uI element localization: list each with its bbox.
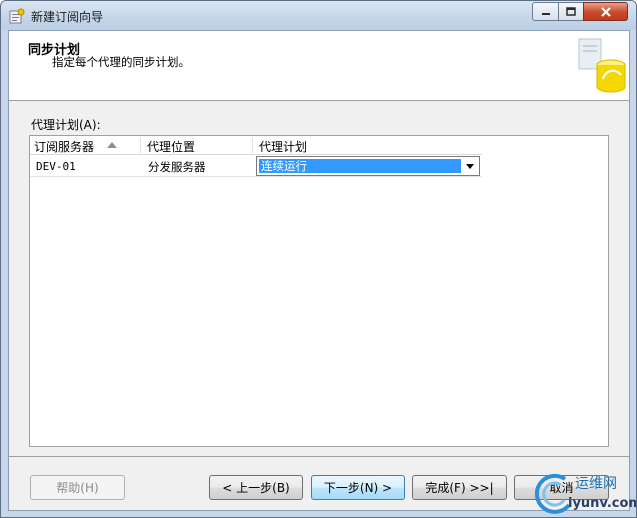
page-subtitle: 指定每个代理的同步计划。 <box>52 55 190 69</box>
sort-ascending-icon <box>107 142 117 148</box>
help-button[interactable]: 帮助(H) <box>30 475 125 500</box>
column-divider <box>252 138 253 153</box>
watermark-text: 运维网 <box>575 476 617 492</box>
close-icon <box>600 6 611 17</box>
wizard-header: 同步计划 指定每个代理的同步计划。 <box>9 31 629 101</box>
maximize-icon <box>566 7 576 16</box>
cell-subscriber: DEV-01 <box>36 160 76 173</box>
window-title: 新建订阅向导 <box>31 10 104 24</box>
back-button[interactable]: < 上一步(B) <box>209 475 303 500</box>
agent-schedule-grid[interactable]: 订阅服务器 代理位置 代理计划 DEV-01 分发服务器 连续运行 <box>29 135 609 447</box>
next-button[interactable]: 下一步(N) > <box>311 475 405 500</box>
chevron-down-icon <box>466 163 474 169</box>
agent-schedule-label: 代理计划(A): <box>31 118 101 132</box>
column-header-agent-schedule[interactable]: 代理计划 <box>259 138 307 155</box>
agent-schedule-dropdown[interactable]: 连续运行 <box>256 156 480 176</box>
column-header-agent-location[interactable]: 代理位置 <box>147 138 195 155</box>
minimize-icon <box>541 12 550 15</box>
close-button[interactable] <box>583 2 628 21</box>
finish-button[interactable]: 完成(F) >>| <box>412 475 507 500</box>
table-row[interactable]: DEV-01 分发服务器 连续运行 <box>30 155 482 177</box>
watermark-url: iyunv.com <box>568 496 637 511</box>
wizard-client-area: 同步计划 指定每个代理的同步计划。 代理计划(A): 订阅服务器 代理位置 代理… <box>8 30 630 511</box>
selected-schedule: 连续运行 <box>259 159 461 173</box>
database-sync-icon <box>578 38 626 93</box>
maximize-button[interactable] <box>558 2 584 21</box>
site-watermark: 运维网 iyunv.com <box>535 469 637 517</box>
grid-header: 订阅服务器 代理位置 代理计划 <box>30 136 482 155</box>
title-bar[interactable]: 新建订阅向导 <box>1 1 636 30</box>
wizard-window: 新建订阅向导 同步计划 指定每个代理的同步计划。 代理计划(A): 订阅服务器 … <box>0 0 637 518</box>
column-divider <box>140 138 141 153</box>
dropdown-toggle[interactable] <box>461 157 479 175</box>
footer-divider <box>9 456 629 457</box>
wizard-app-icon <box>9 8 25 24</box>
minimize-button[interactable] <box>532 2 559 21</box>
cell-agent-location: 分发服务器 <box>148 160 206 174</box>
column-header-subscriber[interactable]: 订阅服务器 <box>34 138 94 155</box>
